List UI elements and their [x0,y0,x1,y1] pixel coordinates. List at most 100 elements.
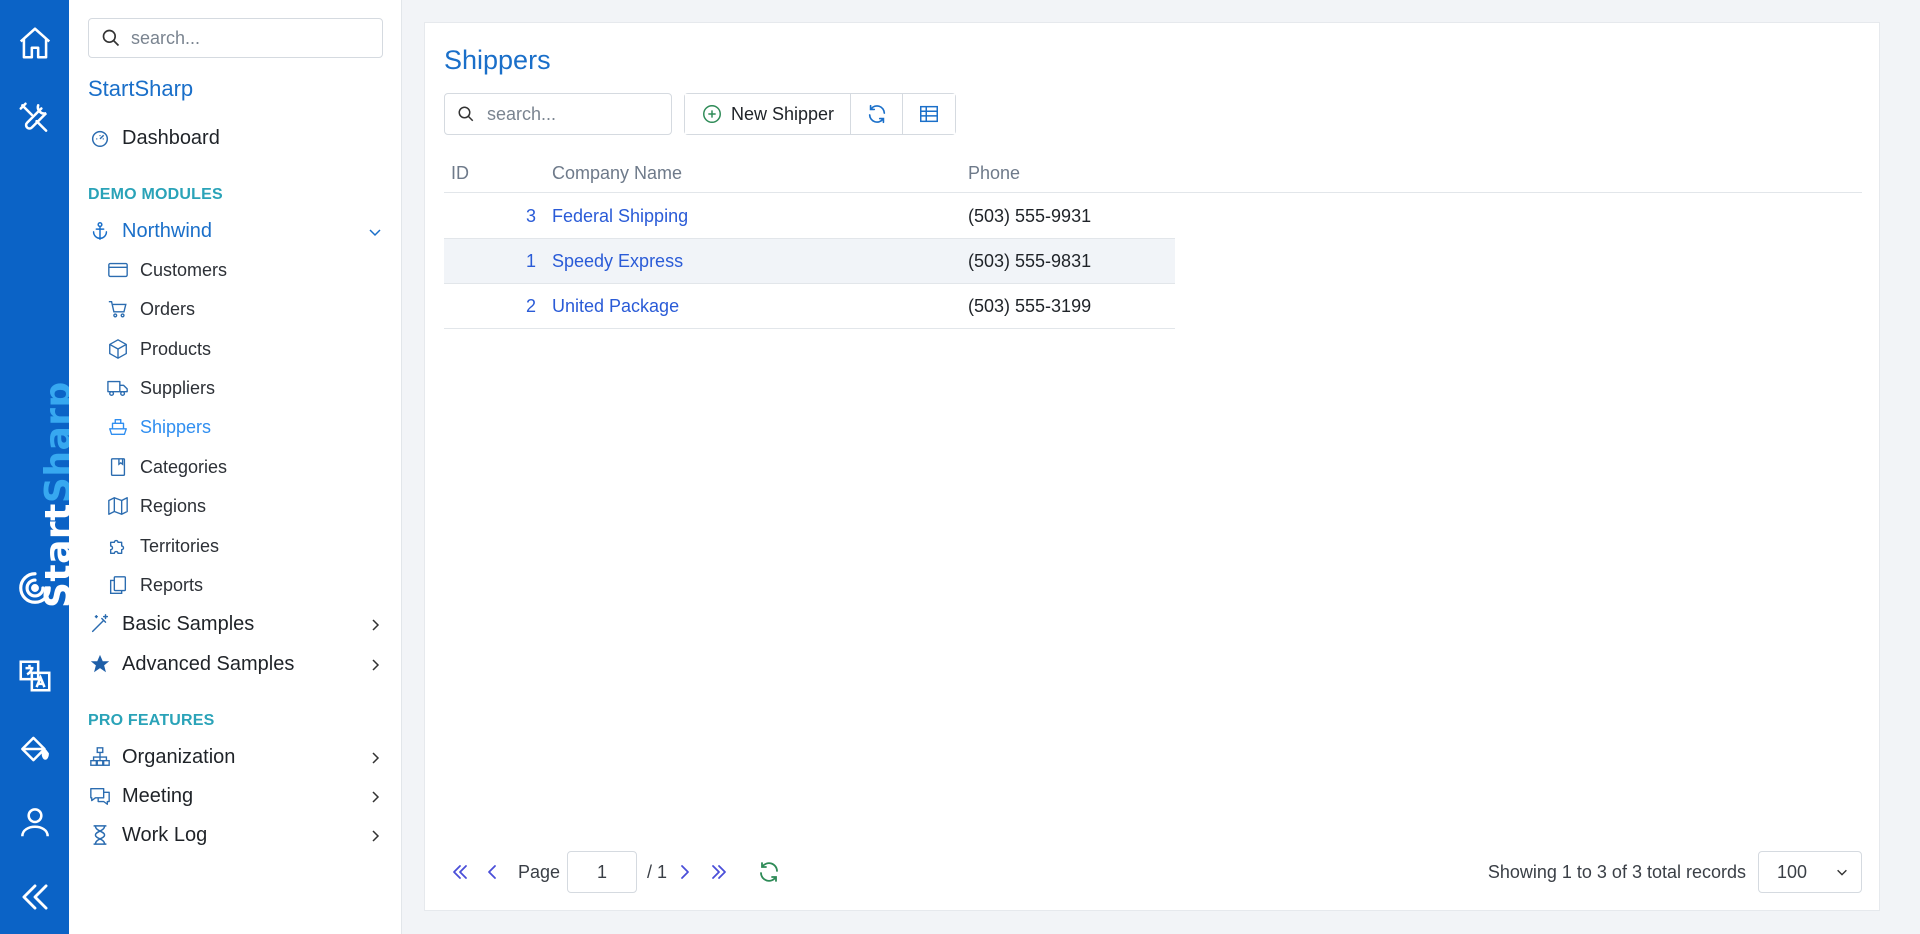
tools-icon[interactable] [0,93,69,143]
sidebar-item-label: Basic Samples [122,612,255,635]
ship-icon [106,415,130,439]
chevron-right-icon [367,827,383,843]
sidebar-item-work-log[interactable]: Work Log [88,823,383,847]
plus-circle-icon [702,105,721,123]
sidebar-item-label: Dashboard [122,126,220,149]
refresh-icon [868,104,885,124]
cell-phone: (503) 555-9831 [968,251,1092,271]
table-row[interactable]: 3 Federal Shipping (503) 555-9931 [444,194,1175,239]
sidebar-item-label: Northwind [122,219,213,242]
cell-phone: (503) 555-3199 [968,296,1092,316]
previous-page-icon[interactable] [480,860,504,884]
sidebar-item-basic-samples[interactable]: Basic Samples [88,612,383,636]
sidebar-item-label: Reports [140,574,204,595]
toolbar: New Shipper [684,93,956,135]
sidebar-item-territories[interactable]: Territories [106,534,219,558]
paint-bucket-icon[interactable] [0,724,69,774]
search-icon [102,29,120,47]
page-title: Shippers [444,45,551,75]
new-shipper-button[interactable]: New Shipper [685,94,851,134]
sidebar-item-customers[interactable]: Customers [106,258,227,282]
cell-company-link[interactable]: Speedy Express [552,251,683,272]
sidebar-item-label: Suppliers [140,377,216,398]
org-chart-icon [88,745,112,769]
sidebar-item-label: Shippers [140,416,212,437]
next-page-icon[interactable] [673,860,697,884]
puzzle-icon [106,534,130,558]
first-page-icon[interactable] [448,860,472,884]
chat-icon [88,784,112,808]
grid-search[interactable] [444,93,672,135]
bookmark-icon [106,455,130,479]
page-label: Page [518,862,561,882]
section-title-pro: PRO FEATURES [88,712,215,729]
sidebar-item-organization[interactable]: Organization [88,745,383,769]
sidebar-item-categories[interactable]: Categories [106,455,227,479]
last-page-icon[interactable] [707,860,731,884]
sidebar-item-reports[interactable]: Reports [106,573,203,597]
reload-icon[interactable] [757,860,781,884]
cell-company-link[interactable]: United Package [552,296,679,317]
grid-header: ID Company Name Phone [444,155,1862,193]
credit-card-icon [106,258,130,282]
chevron-down-icon [367,223,383,239]
sidebar-item-regions[interactable]: Regions [106,494,206,518]
translate-icon[interactable] [0,651,69,701]
chevron-down-icon [1837,869,1847,876]
sidebar-search[interactable] [88,18,383,58]
cell-id: 2 [525,296,536,316]
sidebar-item-shippers[interactable]: Shippers [106,415,211,439]
chevron-right-icon [367,616,383,632]
sidebar-item-orders[interactable]: Orders [106,297,195,321]
sidebar-item-meeting[interactable]: Meeting [88,784,383,808]
user-icon[interactable] [0,797,69,847]
truck-icon [106,376,130,400]
sidebar-item-label: Customers [140,259,228,280]
sidebar-brand[interactable]: StartSharp [88,76,193,102]
sidebar-item-dashboard[interactable]: Dashboard [88,126,220,150]
pager: Page / 1 Showing 1 to 3 of 3 total recor… [444,851,1862,893]
sidebar-item-suppliers[interactable]: Suppliers [106,376,215,400]
brand-logo-icon [0,563,69,613]
sidebar-item-label: Organization [122,745,236,768]
grid-search-input[interactable] [487,103,667,125]
sidebar-item-label: Regions [140,495,207,516]
column-header-company[interactable]: Company Name [552,163,682,184]
cell-phone: (503) 555-9931 [968,206,1092,226]
anchor-icon [88,219,112,243]
record-count-status: Showing 1 to 3 of 3 total records [1487,862,1746,882]
copy-icon [106,573,130,597]
page-number-input[interactable] [567,851,637,893]
collapse-icon[interactable] [0,872,69,922]
sidebar-item-label: Orders [140,298,196,319]
sidebar-item-label: Work Log [122,823,208,846]
table-row[interactable]: 1 Speedy Express (503) 555-9831 [444,239,1175,284]
chevron-right-icon [367,749,383,765]
sidebar-item-label: Territories [140,535,220,556]
column-header-id[interactable]: ID [451,163,469,184]
sidebar-item-advanced-samples[interactable]: Advanced Samples [88,652,383,676]
table-row[interactable]: 2 United Package (503) 555-3199 [444,284,1175,329]
sidebar: StartSharp Dashboard DEMO MODULES Northw… [69,0,402,934]
chevron-right-icon [367,656,383,672]
refresh-button[interactable] [851,94,903,134]
home-icon[interactable] [0,18,69,68]
hourglass-icon [88,823,112,847]
cell-id: 1 [525,251,536,271]
column-picker-button[interactable] [903,94,955,134]
star-icon [88,652,112,676]
page-size-select[interactable]: 100 [1758,851,1862,893]
icon-rail: StartSharp [0,0,79,934]
sidebar-item-label: Meeting [122,784,194,807]
sidebar-item-products[interactable]: Products [106,337,211,361]
cell-company-link[interactable]: Federal Shipping [552,206,688,227]
sidebar-item-label: Products [140,338,212,359]
search-icon [458,106,474,122]
sidebar-item-northwind[interactable]: Northwind [88,219,383,243]
cart-icon [106,297,130,321]
chevron-right-icon [367,788,383,804]
column-header-phone[interactable]: Phone [968,163,1020,184]
new-shipper-label: New Shipper [730,103,835,124]
sidebar-search-input[interactable] [131,27,371,49]
section-title-demo: DEMO MODULES [88,186,223,203]
